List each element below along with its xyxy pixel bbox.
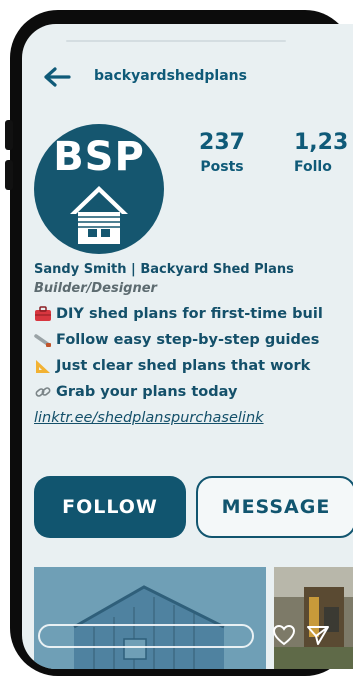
bio-line: Just clear shed plans that work (34, 358, 353, 374)
ruler-icon (36, 360, 50, 373)
back-arrow-icon[interactable] (42, 66, 72, 88)
link-icon (35, 387, 51, 397)
heart-icon[interactable] (272, 624, 296, 646)
bio-line-text: DIY shed plans for first-time buil (56, 306, 323, 322)
followers-count: 1,23 (294, 130, 349, 155)
profile-username: backyardshedplans (94, 68, 247, 84)
post-thumbnail[interactable] (274, 567, 353, 669)
house-icon (70, 186, 128, 244)
bio-line: Grab your plans today (34, 384, 353, 400)
share-icon[interactable] (306, 624, 330, 646)
profile-screen: backyardshedplans BSP 237 Posts 1,23 Fol… (22, 24, 353, 669)
toolbox-icon (35, 306, 51, 321)
bio-role: Builder/Designer (34, 281, 157, 296)
status-bar (66, 40, 286, 42)
message-button[interactable]: MESSAGE (196, 476, 353, 538)
bio-link[interactable]: linktr.ee/shedplanspurchaselink (34, 410, 353, 426)
avatar-logo-text: BSP (53, 134, 145, 180)
posts-stat[interactable]: 237 Posts (192, 130, 252, 175)
shed-photo-image (274, 567, 353, 669)
search-bar-overlay[interactable] (38, 624, 254, 648)
followers-label: Follo (294, 159, 332, 175)
bio-line: Follow easy step-by-step guides (34, 332, 353, 348)
shed-blueprint-image (34, 567, 266, 669)
post-thumbnail[interactable] (34, 567, 266, 669)
top-bar: backyardshedplans (22, 62, 353, 92)
posts-count: 237 (199, 130, 245, 155)
profile-bio: Sandy Smith | Backyard Shed Plans Builde… (34, 262, 353, 426)
phone-side-button (5, 120, 13, 150)
bio-line-text: Follow easy step-by-step guides (56, 332, 320, 348)
posts-label: Posts (200, 159, 244, 175)
bio-line-text: Just clear shed plans that work (56, 358, 311, 374)
followers-stat[interactable]: 1,23 Follo (294, 130, 353, 175)
follow-button[interactable]: FOLLOW (34, 476, 186, 538)
profile-avatar[interactable]: BSP (34, 124, 164, 254)
bio-line: DIY shed plans for first-time buil (34, 306, 353, 322)
bio-name: Sandy Smith | Backyard Shed Plans (34, 262, 294, 277)
saw-icon (34, 334, 51, 347)
bio-line-text: Grab your plans today (56, 384, 238, 400)
phone-side-button (5, 160, 13, 190)
